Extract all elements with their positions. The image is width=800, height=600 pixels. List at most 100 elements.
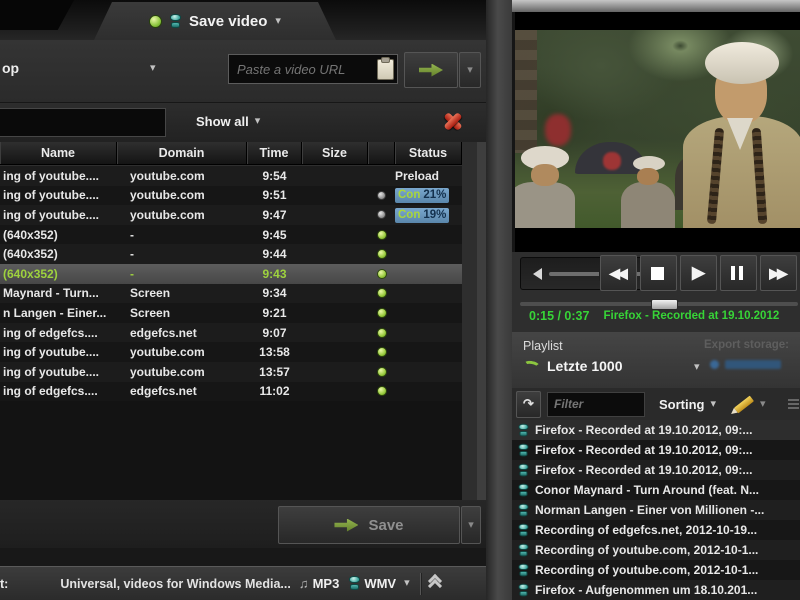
table-row[interactable]: ing of youtube.... youtube.com 9:51 Con … <box>0 185 462 206</box>
table-row[interactable]: ing of youtube.... youtube.com 9:54 Prel… <box>0 166 462 186</box>
export-storage-link[interactable] <box>710 360 781 369</box>
go-options-caret-icon: ▾ <box>467 63 473 76</box>
status-dot-icon <box>376 249 387 260</box>
playlist-item[interactable]: Recording of youtube.com, 2012-10-1... <box>512 560 800 580</box>
row-name: ing of edgefcs.... <box>3 325 98 340</box>
app-window: Save video ▾ op ▾ ▾ Show all ▾ <box>0 0 800 600</box>
playlist-item[interactable]: Recording of youtube.com, 2012-10-1... <box>512 540 800 560</box>
tab-save-video[interactable]: Save video ▾ <box>94 2 336 40</box>
fast-forward-button[interactable]: ▶▶ <box>760 255 797 291</box>
row-state <box>368 307 395 318</box>
playlist-swoosh-icon <box>522 359 541 373</box>
window-gap <box>486 0 512 600</box>
table-row[interactable]: (640x352) - 9:45 <box>0 224 462 245</box>
save-options-dropdown[interactable]: ▾ <box>461 506 481 544</box>
show-all-dropdown[interactable]: Show all ▾ <box>196 114 260 129</box>
time-display: 0:15 / 0:37 <box>529 309 590 323</box>
row-state <box>368 347 395 358</box>
format-description[interactable]: Universal, videos for Windows Media... <box>60 577 291 591</box>
media-icon <box>518 583 529 597</box>
table-row[interactable]: ing of youtube.... youtube.com 9:47 Con … <box>0 205 462 225</box>
playlist-item[interactable]: Firefox - Recorded at 19.10.2012, 09:... <box>512 440 800 460</box>
panel-divider <box>0 548 486 566</box>
edit-caret-icon[interactable]: ▾ <box>760 398 766 410</box>
status-dot-icon <box>376 386 387 397</box>
row-name: Maynard - Turn... <box>3 286 99 301</box>
search-input[interactable] <box>0 108 166 137</box>
mp3-format-label[interactable]: MP3 <box>313 576 340 591</box>
show-all-label: Show all <box>196 114 249 129</box>
video-url-input[interactable] <box>235 60 373 78</box>
wmv-format-label[interactable]: WMV <box>364 576 396 591</box>
row-domain: youtube.com <box>130 207 205 222</box>
status-dot-icon <box>377 210 386 220</box>
save-button-label: Save <box>368 516 404 534</box>
cloud-icon <box>710 360 719 369</box>
source-dropdown-label[interactable]: op <box>2 60 19 76</box>
save-button[interactable]: Save <box>278 506 460 544</box>
source-dropdown-caret-icon[interactable]: ▾ <box>150 63 156 74</box>
row-time: 9:21 <box>262 305 287 320</box>
playlist-selector[interactable]: Letzte 1000 <box>522 358 622 374</box>
edit-pencil-icon[interactable] <box>733 395 755 413</box>
clipboard-icon[interactable] <box>377 56 394 80</box>
sorting-label[interactable]: Sorting <box>659 397 705 412</box>
table-empty-area <box>0 401 462 500</box>
table-row[interactable]: n Langen - Einer... Screen 9:21 <box>0 303 462 323</box>
table-row[interactable]: ing of edgefcs.... edgefcs.net 11:02 <box>0 381 462 402</box>
row-time: 13:57 <box>259 364 290 379</box>
go-options-dropdown[interactable]: ▾ <box>459 52 481 88</box>
playlist-item[interactable]: Firefox - Recorded at 19.10.2012, 09:... <box>512 460 800 480</box>
row-status: Preload <box>395 169 462 183</box>
table-row[interactable]: ing of youtube.... youtube.com 13:57 <box>0 361 462 382</box>
column-header-status[interactable]: Status <box>395 142 462 164</box>
format-caret-icon[interactable]: ▾ <box>404 578 410 589</box>
row-domain: Screen <box>130 305 171 320</box>
playlist-caret-icon[interactable]: ▾ <box>694 362 700 373</box>
pause-button[interactable] <box>720 255 757 291</box>
column-header-name[interactable]: Name <box>0 142 117 164</box>
video-display[interactable] <box>512 12 800 252</box>
row-state <box>368 386 395 397</box>
clear-list-button[interactable] <box>442 112 464 131</box>
jump-to-current-button[interactable]: ↷ <box>516 390 541 418</box>
list-menu-icon[interactable] <box>788 399 799 409</box>
list-filter-bar: Show all ▾ <box>0 102 486 142</box>
table-row[interactable]: (640x352) - 9:43 <box>0 263 462 284</box>
speaker-icon <box>527 267 542 280</box>
playlist-item[interactable]: Norman Langen - Einer von Millionen -... <box>512 500 800 520</box>
column-header-size[interactable]: Size <box>302 142 368 164</box>
row-time: 9:45 <box>262 227 287 242</box>
tab-caret-icon[interactable]: ▾ <box>275 16 281 27</box>
table-row[interactable]: ing of edgefcs.... edgefcs.net 9:07 <box>0 322 462 343</box>
video-url-field <box>228 54 398 84</box>
playlist-item-title: Conor Maynard - Turn Around (feat. N... <box>535 483 759 497</box>
sorting-caret-icon[interactable]: ▾ <box>711 398 717 410</box>
rewind-button[interactable]: ◀◀ <box>600 255 637 291</box>
tab-status-dot-icon <box>149 15 162 28</box>
column-header-domain[interactable]: Domain <box>117 142 247 164</box>
playlist-item[interactable]: Firefox - Recorded at 19.10.2012, 09:... <box>512 420 800 440</box>
playlist-item[interactable]: Conor Maynard - Turn Around (feat. N... <box>512 480 800 500</box>
go-button[interactable] <box>404 52 458 88</box>
stop-button[interactable] <box>640 255 677 291</box>
table-row[interactable]: (640x352) - 9:44 <box>0 244 462 264</box>
row-name: (640x352) <box>3 266 58 281</box>
column-header-state[interactable] <box>368 142 395 164</box>
playlist-filter-input[interactable] <box>547 391 645 417</box>
column-header-time[interactable]: Time <box>247 142 302 164</box>
table-row[interactable]: ing of youtube.... youtube.com 13:58 <box>0 342 462 362</box>
row-time: 13:58 <box>259 345 290 360</box>
playlist-item-title: Firefox - Recorded at 19.10.2012, 09:... <box>535 423 753 437</box>
row-domain: Screen <box>130 286 171 301</box>
row-domain: edgefcs.net <box>130 325 197 340</box>
tab-partial-left[interactable] <box>0 0 74 30</box>
expand-panel-button[interactable] <box>427 573 442 594</box>
table-row[interactable]: Maynard - Turn... Screen 9:34 <box>0 283 462 304</box>
row-time: 9:34 <box>262 286 287 301</box>
playlist-item[interactable]: Firefox - Aufgenommen um 18.10.201... <box>512 580 800 600</box>
table-scrollbar[interactable] <box>477 142 486 500</box>
status-text: Preload <box>395 168 440 183</box>
play-button[interactable]: ▶ <box>680 255 717 291</box>
playlist-item[interactable]: Recording of edgefcs.net, 2012-10-19... <box>512 520 800 540</box>
